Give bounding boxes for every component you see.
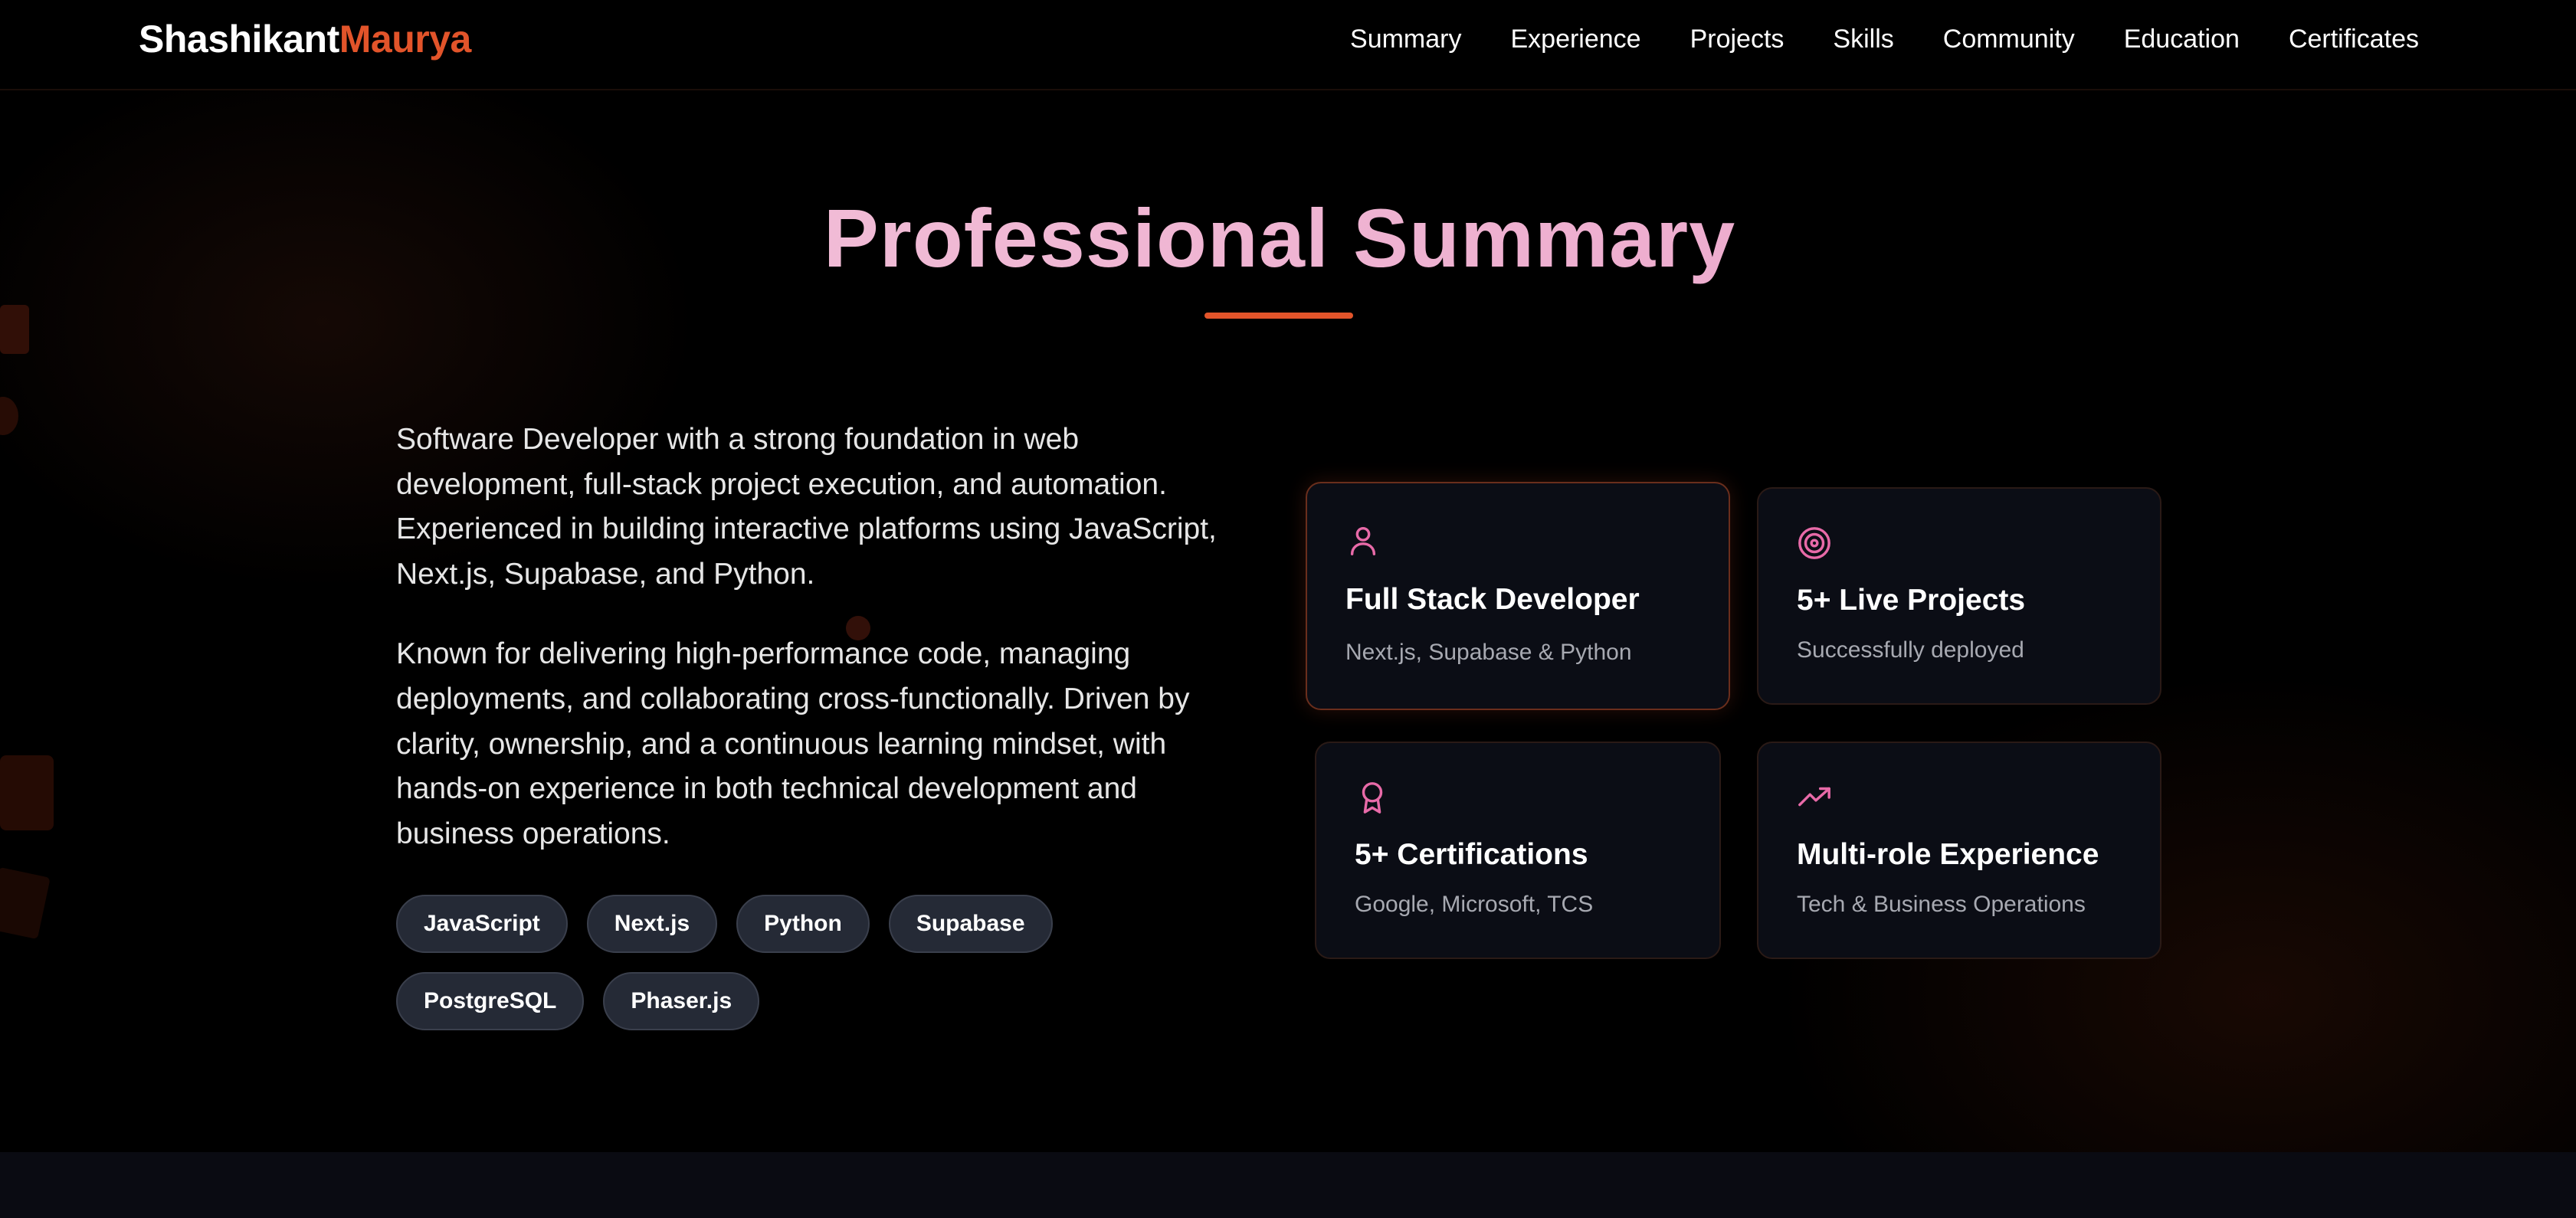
site-logo[interactable]: ShashikantMaurya [139, 17, 471, 61]
card-title: 5+ Certifications [1355, 838, 1588, 871]
title-underline [1204, 313, 1353, 319]
decorative-shape [0, 866, 51, 940]
summary-paragraph: Software Developer with a strong foundat… [396, 423, 1217, 591]
skill-tag: Supabase [888, 895, 1053, 953]
card-subtitle: Successfully deployed [1797, 637, 2024, 663]
section-title: Professional Summary [0, 190, 2559, 286]
highlight-card: 5+ Certifications Google, Microsoft, TCS [1315, 742, 1721, 959]
card-title: 5+ Live Projects [1797, 584, 2026, 617]
skill-tag: JavaScript [396, 895, 568, 953]
page-background [0, 0, 2576, 1218]
highlight-card: Multi-role Experience Tech & Business Op… [1757, 742, 2161, 959]
nav-link-projects[interactable]: Projects [1690, 25, 1785, 54]
next-section-edge [0, 1152, 2576, 1218]
target-icon [1797, 526, 1832, 561]
nav-link-education[interactable]: Education [2124, 25, 2240, 54]
card-subtitle: Next.js, Supabase & Python [1345, 640, 1632, 665]
trending-up-icon [1797, 780, 1832, 815]
nav-link-community[interactable]: Community [1943, 25, 2075, 54]
nav-link-skills[interactable]: Skills [1833, 25, 1893, 54]
card-title: Full Stack Developer [1345, 583, 1640, 616]
summary-text: Software Developer with a strong foundat… [396, 417, 1231, 892]
card-title: Multi-role Experience [1797, 838, 2099, 871]
highlight-card: 5+ Live Projects Successfully deployed [1757, 487, 2161, 705]
user-icon [1345, 523, 1381, 558]
decorative-shape [0, 755, 54, 830]
nav-link-summary[interactable]: Summary [1350, 25, 1461, 54]
award-icon [1355, 780, 1390, 815]
decorative-shape [0, 305, 29, 354]
skill-tags: JavaScript Next.js Python Supabase Postg… [396, 895, 1239, 1030]
card-subtitle: Tech & Business Operations [1797, 892, 2086, 917]
top-navbar: ShashikantMaurya Summary Experience Proj… [0, 0, 2576, 90]
logo-last-name: Maurya [339, 18, 472, 61]
skill-tag: Phaser.js [603, 972, 760, 1030]
skill-tag: Next.js [586, 895, 718, 953]
decorative-shape [0, 397, 18, 435]
nav-links: Summary Experience Projects Skills Commu… [1350, 25, 2419, 54]
highlight-card: Full Stack Developer Next.js, Supabase &… [1306, 482, 1730, 710]
logo-first-name: Shashikant [139, 18, 339, 61]
nav-link-experience[interactable]: Experience [1510, 25, 1640, 54]
skill-tag: PostgreSQL [396, 972, 585, 1030]
card-subtitle: Google, Microsoft, TCS [1355, 892, 1594, 917]
nav-link-certificates[interactable]: Certificates [2289, 25, 2419, 54]
skill-tag: Python [736, 895, 870, 953]
summary-paragraph: Known for delivering high-performance co… [396, 637, 1190, 850]
